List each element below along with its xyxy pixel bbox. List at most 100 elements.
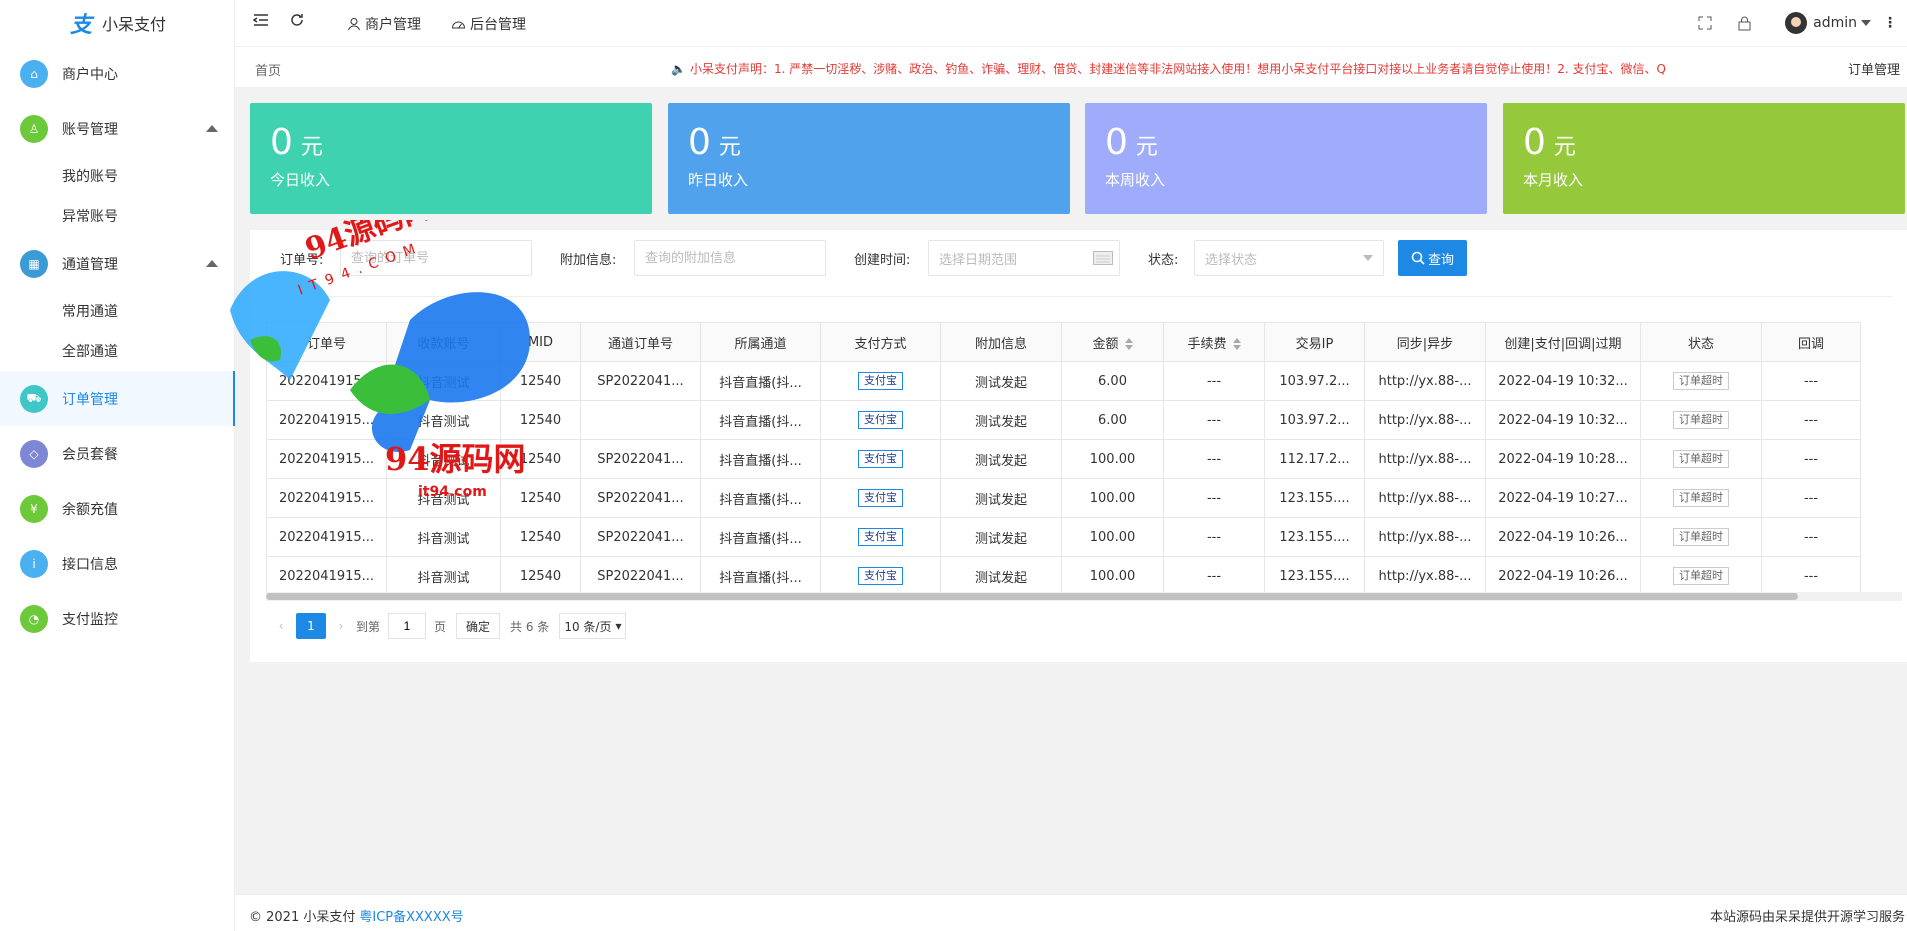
query-button[interactable]: 查询 [1398, 240, 1467, 276]
stat-label: 本周收入 [1105, 171, 1166, 189]
sidebar-item-payment-monitor[interactable]: ◔ 支付监控 [0, 591, 234, 646]
column-header[interactable]: 订单号 [266, 322, 387, 362]
table-cell: http://yx.88-... [1364, 400, 1486, 440]
user-name: admin [1813, 15, 1857, 31]
column-header[interactable]: MID [500, 322, 581, 362]
table-cell: 支付宝 [820, 361, 941, 401]
sidebar-item-membership[interactable]: ◇ 会员套餐 [0, 426, 234, 481]
order-no-input[interactable] [340, 240, 532, 276]
sidebar-item-label: 接口信息 [62, 556, 118, 573]
page-jump-input[interactable] [388, 613, 427, 639]
column-header[interactable]: 通道订单号 [580, 322, 701, 362]
sidebar-item-api-info[interactable]: i 接口信息 [0, 536, 234, 591]
sidebar-item-account-management[interactable]: ♙ 账号管理 [0, 101, 234, 156]
lock-icon[interactable] [1738, 16, 1751, 31]
table-cell: 抖音直播(抖... [700, 517, 821, 557]
speaker-icon: 🔈 [671, 62, 686, 76]
stat-value: 0 [1523, 122, 1546, 163]
notice-marquee: 🔈 小呆支付声明：1. 严禁一切淫秽、涉赌、政治、钓鱼、诈骗、理财、借贷、封建迷信… [671, 60, 1823, 78]
column-header[interactable]: 支付方式 [820, 322, 941, 362]
table-cell: http://yx.88-... [1364, 361, 1486, 401]
sidebar-item-order-management[interactable]: ⛟ 订单管理 [0, 371, 235, 426]
status-badge: 订单超时 [1673, 528, 1729, 546]
column-header[interactable]: 附加信息 [940, 322, 1062, 362]
table-cell: 订单超时 [1640, 361, 1762, 401]
table-cell: 抖音测试 [386, 478, 501, 518]
table-cell: SP2022041... [580, 361, 701, 401]
column-header-fee[interactable]: 手续费 [1163, 322, 1265, 362]
pagination: ‹ 1 › 到第 页 确定 共 6 条 10 条/页▾ [266, 610, 627, 642]
table-cell: 支付宝 [820, 478, 941, 518]
sidebar-subitem-all-channels[interactable]: 全部通道 [0, 331, 234, 371]
sidebar-item-label: 余额充值 [62, 501, 118, 518]
diamond-icon: ◇ [20, 439, 48, 468]
date-range-input[interactable]: 选择日期范围 [928, 240, 1120, 276]
icp-link[interactable]: 粤ICP备XXXXX号 [359, 910, 463, 925]
sidebar-item-label: 会员套餐 [62, 446, 118, 463]
page-size-select[interactable]: 10 条/页 ▾ [559, 613, 627, 639]
table-cell: 2022-04-19 10:32... [1485, 400, 1641, 440]
admin-management-link[interactable]: 后台管理 [451, 14, 526, 34]
column-header-amount[interactable]: 金额 [1061, 322, 1164, 362]
filter-bar: 订单号: 附加信息: 创建时间: 选择日期范围 状态: 选择状态 查询 [250, 230, 1907, 296]
table-cell: 测试发起 [940, 517, 1062, 557]
table-row[interactable]: 2022041915... 抖音测试 12540 SP2022041... 抖音直播(抖… [266, 556, 1861, 596]
column-header[interactable]: 同步|异步 [1364, 322, 1486, 362]
extra-info-input[interactable] [634, 240, 826, 276]
table-cell: 订单超时 [1640, 400, 1762, 440]
sidebar-subitem-common-channels[interactable]: 常用通道 [0, 291, 234, 331]
sidebar-item-channel-management[interactable]: ▦ 通道管理 [0, 236, 234, 291]
table-row[interactable]: 2022041915... 抖音测试 12540 SP2022041... 抖音直播(抖… [266, 478, 1861, 518]
user-menu[interactable]: admin [1785, 12, 1871, 34]
horizontal-scrollbar[interactable] [266, 592, 1902, 601]
fullscreen-icon[interactable] [1698, 16, 1712, 30]
sidebar-subitem-abnormal-account[interactable]: 异常账号 [0, 196, 234, 236]
column-header[interactable]: 创建|支付|回调|过期 [1485, 322, 1641, 362]
status-select[interactable]: 选择状态 [1194, 240, 1384, 276]
table-cell: 12540 [500, 361, 581, 401]
app-logo[interactable]: 支 小呆支付 [0, 0, 234, 46]
breadcrumb[interactable]: 首页 [255, 60, 281, 79]
more-vertical-icon[interactable]: ⋮ [1883, 15, 1897, 31]
menu-fold-icon[interactable] [253, 12, 269, 28]
stat-label: 今日收入 [270, 171, 331, 189]
table-cell: --- [1761, 361, 1861, 401]
page-number-current[interactable]: 1 [296, 613, 326, 639]
column-header[interactable]: 所属通道 [700, 322, 821, 362]
sidebar-subitem-my-account[interactable]: 我的账号 [0, 156, 234, 196]
column-header[interactable]: 状态 [1640, 322, 1762, 362]
status-badge: 订单超时 [1673, 372, 1729, 390]
table-body: 2022041915... 抖音测试 12540 SP2022041... 抖音直播(抖… [266, 361, 1861, 596]
column-header[interactable]: 交易IP [1264, 322, 1365, 362]
table-cell: 103.97.2... [1264, 400, 1365, 440]
column-header[interactable]: 回调 [1761, 322, 1861, 362]
table-cell: 2022041915... [266, 478, 387, 518]
sidebar-item-recharge[interactable]: ¥ 余额充值 [0, 481, 234, 536]
stat-unit: 元 [1553, 135, 1576, 160]
divider [264, 296, 1892, 297]
table-cell: 2022041915... [266, 439, 387, 479]
sidebar-item-merchant-center[interactable]: ⌂ 商户中心 [0, 46, 234, 101]
table-row[interactable]: 2022041915... 抖音测试 12540 抖音直播(抖... 支付宝 测试发起 6.… [266, 400, 1861, 440]
scrollbar-thumb[interactable] [266, 593, 1798, 600]
table-row[interactable]: 2022041915... 抖音测试 12540 SP2022041... 抖音直播(抖… [266, 439, 1861, 479]
user-icon: ♙ [20, 114, 48, 143]
next-page-icon[interactable]: › [326, 613, 356, 639]
calendar-icon [1093, 251, 1113, 265]
table-cell: --- [1163, 400, 1265, 440]
table-row[interactable]: 2022041915... 抖音测试 12540 SP2022041... 抖音直播(抖… [266, 517, 1861, 557]
sort-icon[interactable] [1232, 338, 1241, 350]
current-page-tab[interactable]: 订单管理 [1848, 59, 1900, 78]
confirm-page-button[interactable]: 确定 [456, 613, 501, 639]
table-cell: 抖音直播(抖... [700, 556, 821, 596]
prev-page-icon[interactable]: ‹ [266, 613, 296, 639]
refresh-icon[interactable] [289, 12, 305, 28]
caret-up-icon [206, 125, 218, 132]
merchant-management-link[interactable]: 商户管理 [347, 14, 421, 34]
table-cell [580, 400, 701, 440]
table-cell: 抖音测试 [386, 361, 501, 401]
table-row[interactable]: 2022041915... 抖音测试 12540 SP2022041... 抖音直播(抖… [266, 361, 1861, 401]
table-cell: 抖音直播(抖... [700, 361, 821, 401]
sort-icon[interactable] [1124, 338, 1133, 350]
column-header[interactable]: 收款账号 [386, 322, 501, 362]
